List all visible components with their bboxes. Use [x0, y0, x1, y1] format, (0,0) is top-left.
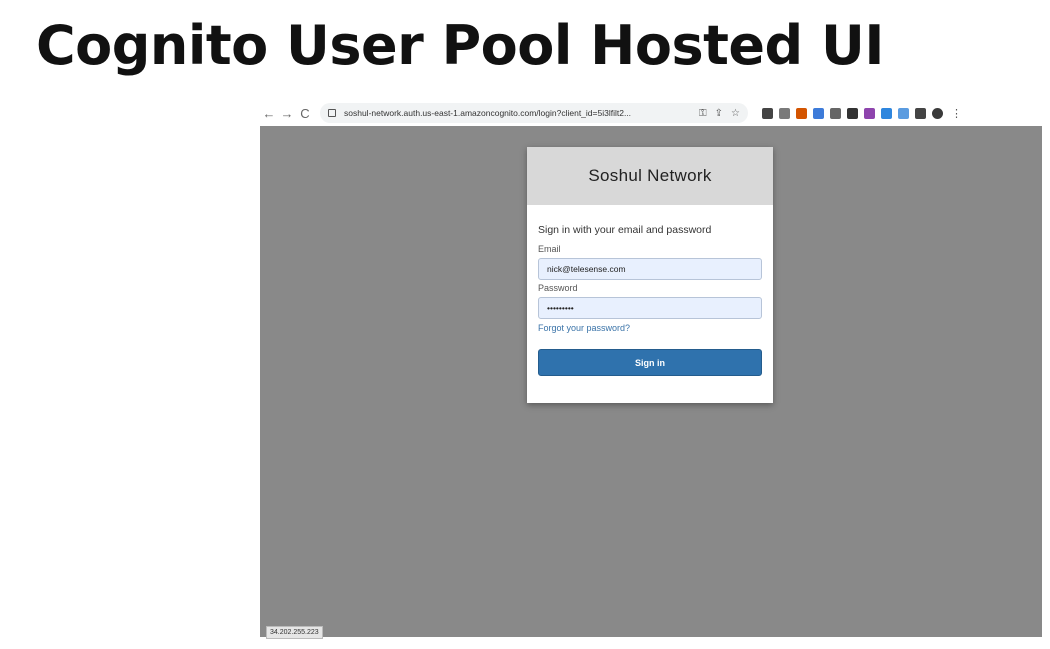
browser-toolbar: ← → C soshul-network.auth.us-east-1.amaz… — [260, 100, 1042, 126]
ip-address-label: 34.202.255.223 — [266, 626, 323, 639]
forgot-password-link[interactable]: Forgot your password? — [538, 323, 762, 333]
slide-title: Cognito User Pool Hosted UI — [36, 14, 884, 77]
key-icon[interactable]: ⚿ — [699, 108, 707, 119]
url-text[interactable]: soshul-network.auth.us-east-1.amazoncogn… — [344, 108, 691, 118]
extension-icon[interactable] — [830, 107, 841, 119]
profile-avatar-icon[interactable] — [932, 107, 943, 119]
share-icon[interactable]: ⇪ — [715, 108, 723, 119]
extension-icon[interactable] — [779, 107, 790, 119]
brand-logo: Soshul Network — [527, 147, 773, 205]
password-label: Password — [538, 283, 578, 293]
signin-heading: Sign in with your email and password — [538, 224, 712, 236]
extension-icon[interactable] — [796, 107, 807, 119]
puzzle-icon[interactable] — [915, 107, 926, 119]
login-card: Soshul Network Sign in with your email a… — [527, 147, 773, 403]
bookmark-star-icon[interactable]: ☆ — [731, 108, 740, 119]
email-field[interactable]: nick@telesense.com — [538, 258, 762, 280]
signin-button[interactable]: Sign in — [538, 349, 762, 376]
browser-menu-icon[interactable]: ⋮ — [951, 107, 962, 120]
reload-icon[interactable]: C — [296, 106, 314, 121]
extension-icon[interactable] — [813, 107, 824, 119]
extension-icon[interactable] — [864, 107, 875, 119]
address-bar[interactable]: soshul-network.auth.us-east-1.amazoncogn… — [320, 103, 748, 123]
lock-icon[interactable] — [328, 109, 336, 117]
password-field[interactable]: ••••••••• — [538, 297, 762, 319]
extension-icon[interactable] — [762, 107, 773, 119]
extension-icon[interactable] — [847, 107, 858, 119]
forward-icon[interactable]: → — [278, 106, 296, 121]
extensions-bar — [756, 107, 943, 119]
extension-icon[interactable] — [881, 107, 892, 119]
email-label: Email — [538, 244, 561, 254]
back-icon[interactable]: ← — [260, 106, 278, 121]
extension-icon[interactable] — [898, 107, 909, 119]
